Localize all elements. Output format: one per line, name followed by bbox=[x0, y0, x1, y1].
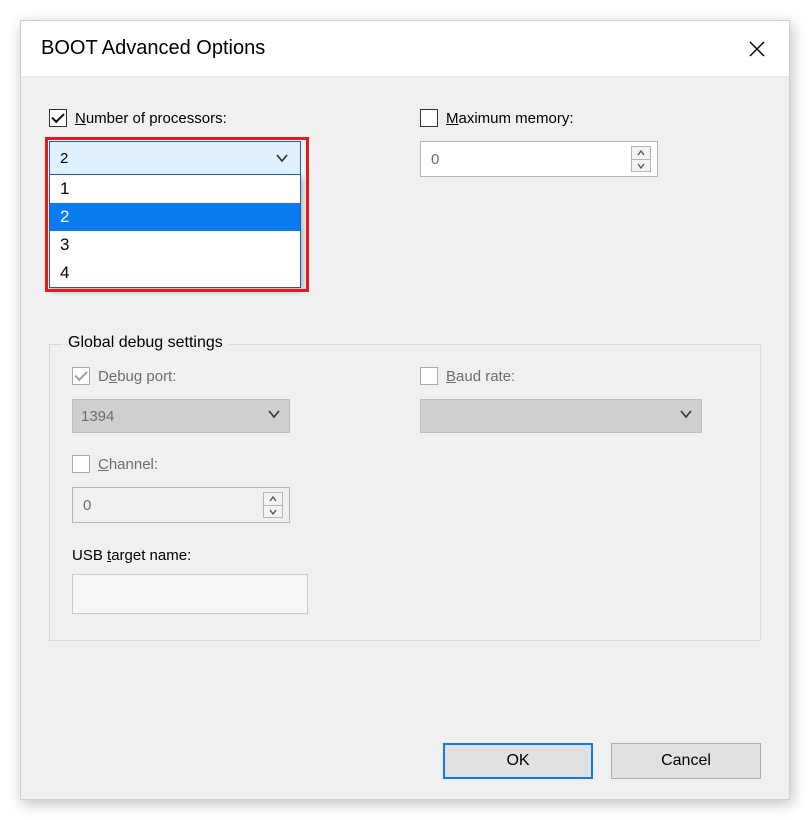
dialog-footer: OK Cancel bbox=[443, 743, 761, 779]
usb-target-label: USB target name: bbox=[72, 547, 738, 564]
debug-port-checkbox bbox=[72, 367, 90, 385]
ok-button[interactable]: OK bbox=[443, 743, 593, 779]
spinner-up-icon[interactable] bbox=[632, 147, 650, 159]
spinner-up-icon bbox=[264, 493, 282, 505]
max-memory-value: 0 bbox=[431, 151, 631, 168]
usb-target-input[interactable] bbox=[72, 574, 308, 614]
baud-rate-checkbox bbox=[420, 367, 438, 385]
titlebar: BOOT Advanced Options bbox=[21, 21, 789, 77]
channel-label: Channel: bbox=[98, 456, 158, 473]
num-processors-option-4[interactable]: 4 bbox=[50, 259, 300, 287]
chevron-down-icon bbox=[679, 407, 693, 425]
baud-rate-combobox bbox=[420, 399, 702, 433]
dialog-title: BOOT Advanced Options bbox=[41, 37, 743, 60]
num-processors-label: Number of processors: bbox=[75, 110, 227, 127]
num-processors-options-list: 1 2 3 4 bbox=[49, 175, 301, 288]
cancel-button[interactable]: Cancel bbox=[611, 743, 761, 779]
chevron-down-icon bbox=[274, 150, 290, 166]
spinner-arrows bbox=[263, 492, 283, 518]
channel-value: 0 bbox=[83, 497, 263, 514]
spinner-down-icon[interactable] bbox=[632, 159, 650, 171]
chevron-down-icon bbox=[267, 407, 281, 425]
num-processors-combobox[interactable]: 2 bbox=[49, 141, 301, 175]
num-processors-dropdown-group: 2 1 2 3 4 bbox=[49, 141, 305, 288]
max-memory-label: Maximum memory: bbox=[446, 110, 574, 127]
spinner-arrows bbox=[631, 146, 651, 172]
num-processors-option-2[interactable]: 2 bbox=[50, 203, 300, 231]
num-processors-checkbox[interactable] bbox=[49, 109, 67, 127]
global-debug-legend: Global debug settings bbox=[62, 334, 229, 352]
debug-port-value: 1394 bbox=[81, 408, 267, 425]
close-button[interactable] bbox=[743, 35, 771, 63]
debug-port-combobox: 1394 bbox=[72, 399, 290, 433]
channel-checkbox bbox=[72, 455, 90, 473]
global-debug-fieldset: Global debug settings Debug port: 1394 bbox=[49, 344, 761, 641]
num-processors-value: 2 bbox=[60, 150, 274, 167]
max-memory-spinner[interactable]: 0 bbox=[420, 141, 658, 177]
spinner-down-icon bbox=[264, 505, 282, 517]
num-processors-option-1[interactable]: 1 bbox=[50, 175, 300, 203]
baud-rate-label: Baud rate: bbox=[446, 368, 515, 385]
close-icon bbox=[748, 40, 766, 58]
channel-spinner: 0 bbox=[72, 487, 290, 523]
debug-port-label: Debug port: bbox=[98, 368, 176, 385]
num-processors-option-3[interactable]: 3 bbox=[50, 231, 300, 259]
max-memory-checkbox[interactable] bbox=[420, 109, 438, 127]
boot-advanced-options-dialog: BOOT Advanced Options Number of processo… bbox=[20, 20, 790, 800]
